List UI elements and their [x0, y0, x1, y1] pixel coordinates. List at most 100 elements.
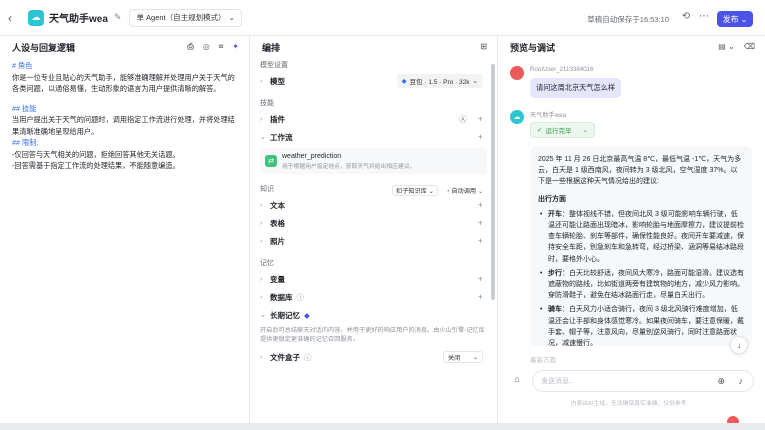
publish-label: 发布: [722, 14, 739, 24]
table-row[interactable]: › 表格 +: [250, 214, 497, 232]
chevron-down-icon: ⌄: [472, 353, 478, 361]
add-table-icon[interactable]: +: [478, 218, 483, 228]
microphone-icon[interactable]: ♪: [739, 376, 744, 386]
add-attachment-icon[interactable]: ⊕: [717, 376, 725, 387]
model-select[interactable]: ◆ 豆包 · 1.5 · Pro · 32k ⌄: [396, 74, 483, 88]
prompt-heading: ## 技能: [12, 103, 37, 113]
add-workflow-icon[interactable]: +: [478, 132, 483, 142]
chat-input[interactable]: 发送消息... ⊕ ♪: [532, 370, 754, 392]
variables-row[interactable]: › 变量 +: [250, 270, 497, 288]
run-status-label: 运行完毕: [545, 128, 572, 135]
clear-context-icon[interactable]: ⌫: [744, 42, 755, 51]
list-item-text: ：白天比较舒适，夜间风大寒冷，路面可能湿滑。建议选有遮蔽物的路线，比如街道两旁有…: [548, 269, 744, 300]
bot-name: 天气助手wea: [530, 112, 567, 119]
add-database-icon[interactable]: +: [478, 292, 483, 302]
list-item: 步行：白天比较舒适，夜间风大寒冷，路面可能湿滑。建议选有遮蔽物的路线，比如街道两…: [538, 268, 744, 302]
long-term-memory-row[interactable]: ⌄ 长期记忆 ◆: [250, 306, 497, 324]
chevron-down-icon: ⌄: [260, 312, 266, 319]
broom-icon[interactable]: ⌂: [510, 374, 524, 388]
table-label: 表格: [270, 218, 285, 228]
bot-heading: 出行方面: [538, 195, 566, 203]
kb-tag-label: 扣子知识库: [396, 187, 427, 195]
list-item-text: ：整体视线不错，但夜间北风 3 级可能影响车辆行驶，低温还可能让路面出现暗冰，影…: [548, 210, 744, 263]
list-item: 骑车：白天风力小适合骑行，夜间 3 级北风骑行难度增加，低温还会让手部和身体感觉…: [538, 304, 744, 346]
edit-icon[interactable]: ✎: [114, 12, 122, 23]
add-text-icon[interactable]: +: [478, 200, 483, 210]
scroll-down-button[interactable]: ↓: [730, 336, 748, 354]
run-status-button[interactable]: ✓ 运行完毕 ⌄: [530, 122, 595, 138]
model-row[interactable]: › 模型 ◆ 豆包 · 1.5 · Pro · 32k ⌄: [250, 72, 497, 90]
variables-label: 变量: [270, 274, 285, 284]
publish-button[interactable]: 发布 ⌄: [717, 11, 753, 27]
user-bubble: 请问这周北京天气怎么样: [530, 78, 622, 98]
preview-layout-icon[interactable]: ▤ ⌄: [718, 42, 734, 51]
add-photo-icon[interactable]: +: [478, 236, 483, 246]
workflow-row[interactable]: ⌄ 工作流 +: [250, 128, 497, 146]
bot-avatar: ☁: [510, 110, 524, 124]
bot-intro: 2025 年 11 月 26 日北京最高气温 8℃，最低气温 -1℃，天气为多云…: [538, 156, 742, 186]
back-chevron-icon[interactable]: ‹: [8, 11, 22, 25]
save-status: 草稿自动保存于16:53:10: [587, 15, 669, 24]
persona-panel: 人设与回复逻辑 ⎙ ◎ ⌗ ✦ # 角色 你是一位专业且贴心的天气助手，能够准确理…: [0, 36, 250, 430]
photo-label: 照片: [270, 236, 285, 246]
agent-mode-label: 单 Agent（自主规划模式）: [136, 13, 226, 22]
model-label: 模型: [270, 76, 285, 86]
tip-icon[interactable]: ◎: [203, 42, 210, 52]
database-row[interactable]: › 数据库 ⓘ +: [250, 288, 497, 306]
chevron-down-icon: ⌄: [740, 14, 748, 24]
persona-prompt-editor[interactable]: # 角色 你是一位专业且贴心的天气助手，能够准确理解并处理用户关于天气的各类问题，…: [0, 58, 249, 174]
section-skills: 技能: [260, 100, 274, 107]
bot-list: 开车：整体视线不错，但夜间北风 3 级可能影响车辆行驶，低温还可能让路面出现暗冰…: [538, 209, 744, 346]
code-icon[interactable]: ⌗: [219, 42, 224, 52]
scrollbar[interactable]: [491, 64, 495, 300]
list-item-label: 骑车: [548, 306, 562, 314]
chevron-down-icon: ⌄: [228, 13, 235, 22]
template-icon[interactable]: ⎙: [187, 42, 193, 52]
app-name: 天气助手wea: [49, 14, 108, 25]
add-plugin-icon[interactable]: +: [478, 114, 483, 124]
prompt-heading: # 角色: [12, 61, 33, 70]
magic-optimize-icon[interactable]: ✦: [232, 42, 239, 52]
knowledge-base-tag[interactable]: 扣子知识库 ⌄: [392, 184, 438, 196]
chevron-down-icon: ⌄: [472, 78, 478, 85]
app-avatar-icon: ☁: [28, 9, 44, 26]
agent-mode-select[interactable]: 单 Agent（自主规划模式） ⌄: [129, 8, 242, 27]
auto-icon[interactable]: Ⓐ: [459, 114, 467, 125]
list-item-label: 开车: [548, 210, 562, 218]
photo-row[interactable]: › 照片 +: [250, 232, 497, 250]
text-label: 文本: [270, 200, 285, 210]
chevron-down-icon: ⌄: [260, 134, 266, 141]
chevron-right-icon: ›: [260, 237, 263, 245]
info-icon[interactable]: ⓘ: [304, 352, 312, 363]
layout-icon[interactable]: ⊞: [480, 42, 487, 51]
list-item-label: 步行: [548, 269, 562, 277]
user-name: RootUser_2113384016: [530, 66, 594, 73]
long-term-memory-label: 长期记忆: [270, 310, 300, 320]
plugins-row[interactable]: › 插件 Ⓐ +: [250, 110, 497, 128]
chevron-right-icon: ›: [260, 77, 263, 85]
history-icon[interactable]: ⟲: [679, 11, 693, 25]
chevron-right-icon: ›: [260, 201, 263, 209]
info-icon[interactable]: ⓘ: [297, 292, 305, 303]
bot-bubble: 2025 年 11 月 26 日北京最高气温 8℃，最低气温 -1℃，天气为多云…: [530, 146, 752, 346]
file-box-row[interactable]: › 文件盒子 ⓘ 关闭 ⌄: [250, 348, 497, 366]
file-box-select[interactable]: 关闭 ⌄: [443, 351, 483, 363]
chevron-right-icon: ›: [260, 293, 263, 301]
check-icon: ✓: [537, 127, 543, 134]
more-icon[interactable]: ⋯: [697, 11, 711, 25]
chevron-right-icon: ›: [260, 115, 263, 123]
add-variable-icon[interactable]: +: [478, 274, 483, 284]
text-row[interactable]: › 文本 +: [250, 196, 497, 214]
workflow-label: 工作流: [270, 132, 293, 142]
workflow-name: weather_prediction: [282, 152, 342, 160]
list-item: 开车：整体视线不错，但夜间北风 3 级可能影响车辆行驶，低温还可能让路面出现暗冰…: [538, 209, 744, 265]
model-brand-icon: ◆: [401, 78, 407, 85]
prompt-line: -仅回答与天气相关的问题，拒绝回答其他无关话题。: [12, 149, 180, 159]
database-label: 数据库: [270, 292, 293, 302]
plugins-label: 插件: [270, 114, 285, 124]
workflow-item[interactable]: ⇄ weather_prediction 用于根据用户指定地点，获取天气并给出相…: [260, 148, 487, 174]
workflow-desc: 用于根据用户指定地点，获取天气并给出相应建议。: [282, 163, 416, 170]
file-box-value: 关闭: [448, 354, 461, 362]
auto-call-toggle[interactable]: ◔ 自动调用 ⌄: [446, 186, 483, 195]
preview-panel: 预览与调试 ▤ ⌄ ⌫ RootUser_2113384016 请问这周北京天气…: [498, 36, 765, 430]
